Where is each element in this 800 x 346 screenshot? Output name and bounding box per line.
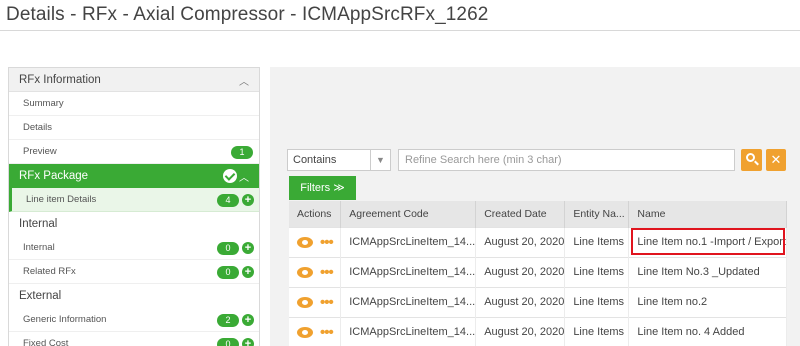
view-eye-icon[interactable] <box>297 326 313 338</box>
add-icon[interactable]: + <box>242 314 254 326</box>
created-date-cell: August 20, 2020 <box>475 286 566 317</box>
column-header[interactable]: Actions <box>289 201 342 227</box>
view-eye-icon[interactable] <box>297 296 313 308</box>
sidebar-item-related-rfx[interactable]: Related RFx 0 + <box>9 260 259 284</box>
section-internal: Internal <box>9 212 259 236</box>
entity-name-cell: Line Items <box>564 316 630 346</box>
clear-search-button[interactable]: ✕ <box>766 149 786 171</box>
add-icon[interactable]: + <box>242 242 254 254</box>
search-input[interactable]: Refine Search here (min 3 char) <box>398 149 735 171</box>
count-badge: 0 <box>217 242 239 255</box>
sidebar-item-internal[interactable]: Internal 0 + <box>9 236 259 260</box>
section-rfx-information[interactable]: RFx Information ︿ <box>9 68 259 92</box>
more-options-icon[interactable]: ••• <box>320 264 334 281</box>
more-options-icon[interactable]: ••• <box>320 294 334 311</box>
view-eye-icon[interactable] <box>297 236 313 248</box>
sidebar-item-label: Preview <box>23 146 57 157</box>
sidebar-item-preview[interactable]: Preview 1 <box>9 140 259 164</box>
section-label: RFx Information <box>19 73 101 86</box>
column-header[interactable]: Agreement Code <box>340 201 477 227</box>
section-external: External <box>9 284 259 308</box>
sidebar-item-generic-information[interactable]: Generic Information 2 + <box>9 308 259 332</box>
count-badge: 0 <box>217 338 239 346</box>
count-badge: 0 <box>217 266 239 279</box>
section-label: External <box>19 290 62 302</box>
chevron-up-icon[interactable]: ︿ <box>239 169 249 184</box>
column-header[interactable]: Entity Na... <box>564 201 630 227</box>
line-items-table: Actions Agreement Code Created Date Enti… <box>289 201 787 346</box>
more-options-icon[interactable]: ••• <box>320 324 334 341</box>
created-date-cell: August 20, 2020 <box>475 256 566 287</box>
filters-button[interactable]: Filters ≫ <box>289 176 356 200</box>
sidebar-item-label: Fixed Cost <box>23 338 69 346</box>
table-row[interactable]: ••• ICMAppSrcLineItem_14... August 20, 2… <box>289 226 787 257</box>
view-eye-icon[interactable] <box>297 266 313 278</box>
check-circle-icon <box>223 169 237 183</box>
agreement-code-cell: ICMAppSrcLineItem_14... <box>340 286 477 317</box>
sidebar-item-label: Line item Details <box>26 194 97 205</box>
more-options-icon[interactable]: ••• <box>320 234 334 251</box>
sidebar-item-label: Related RFx <box>23 266 76 277</box>
name-cell: Line Item no. 4 Added <box>628 316 787 346</box>
created-date-cell: August 20, 2020 <box>475 226 566 257</box>
count-badge: 2 <box>217 314 239 327</box>
entity-name-cell: Line Items <box>564 256 630 287</box>
sidebar-item-summary[interactable]: Summary <box>9 92 259 116</box>
agreement-code-cell: ICMAppSrcLineItem_14... <box>340 226 477 257</box>
title-divider <box>0 30 800 31</box>
agreement-code-cell: ICMAppSrcLineItem_14... <box>340 256 477 287</box>
sidebar-item-details[interactable]: Details <box>9 116 259 140</box>
search-button[interactable] <box>741 149 762 171</box>
column-header[interactable]: Name <box>628 201 787 227</box>
sidebar-item-line-item-details[interactable]: Line item Details 4 + <box>9 188 259 212</box>
table-header-row: Actions Agreement Code Created Date Enti… <box>289 201 787 227</box>
search-operator-value: Contains <box>293 154 337 166</box>
add-icon[interactable]: + <box>242 266 254 278</box>
column-header[interactable]: Created Date <box>475 201 566 227</box>
chevron-down-icon[interactable]: ▼ <box>370 150 390 170</box>
search-operator-select[interactable]: Contains ▼ <box>287 149 391 171</box>
name-cell: Line Item No.3 _Updated <box>628 256 787 287</box>
table-row[interactable]: ••• ICMAppSrcLineItem_14... August 20, 2… <box>289 256 787 287</box>
agreement-code-cell: ICMAppSrcLineItem_14... <box>340 316 477 346</box>
left-nav-panel: RFx Information ︿ Summary Details Previe… <box>8 67 260 346</box>
sidebar-item-label: Generic Information <box>23 314 107 325</box>
add-icon[interactable]: + <box>242 338 254 346</box>
add-icon[interactable]: + <box>242 194 254 206</box>
section-label: RFx Package <box>19 170 89 182</box>
count-badge: 1 <box>231 146 253 159</box>
page-title: Details - RFx - Axial Compressor - ICMAp… <box>6 4 489 25</box>
name-cell: Line Item no.1 -Import / Export <box>628 226 787 257</box>
entity-name-cell: Line Items <box>564 226 630 257</box>
table-row[interactable]: ••• ICMAppSrcLineItem_14... August 20, 2… <box>289 316 787 346</box>
sidebar-item-label: Internal <box>23 242 55 253</box>
entity-name-cell: Line Items <box>564 286 630 317</box>
created-date-cell: August 20, 2020 <box>475 316 566 346</box>
sidebar-item-label: Details <box>23 122 53 133</box>
section-rfx-package[interactable]: RFx Package ︿ <box>9 164 259 188</box>
sidebar-item-label: Summary <box>23 98 64 109</box>
chevron-up-icon[interactable]: ︿ <box>239 73 249 88</box>
search-placeholder: Refine Search here (min 3 char) <box>405 154 562 166</box>
name-cell: Line Item no.2 <box>628 286 787 317</box>
section-label: Internal <box>19 218 58 230</box>
table-row[interactable]: ••• ICMAppSrcLineItem_14... August 20, 2… <box>289 286 787 317</box>
count-badge: 4 <box>217 194 239 207</box>
sidebar-item-fixed-cost[interactable]: Fixed Cost 0 + <box>9 332 259 346</box>
